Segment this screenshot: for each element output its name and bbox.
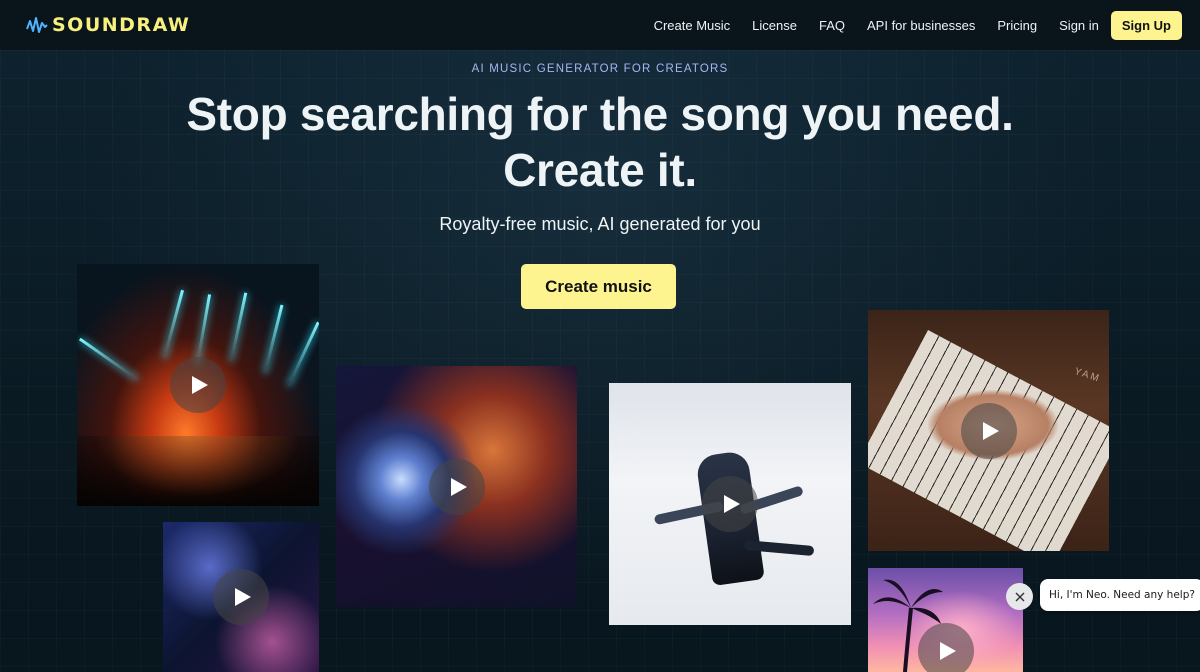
logo-text: SOUNDRAW (52, 14, 191, 36)
light-beam (195, 294, 212, 364)
video-tile-concert[interactable] (77, 264, 319, 506)
crowd-silhouette (77, 436, 319, 506)
play-icon[interactable] (917, 623, 974, 672)
nav-links: Create Music License FAQ API for busines… (632, 10, 1182, 40)
video-tile-dancer[interactable] (609, 383, 851, 625)
hero-headline-line-2: Create it. (503, 144, 697, 196)
nav-link-create-music[interactable]: Create Music (654, 18, 731, 33)
video-tile-piano[interactable]: YAM (868, 310, 1109, 551)
light-beam (263, 304, 284, 374)
light-beam (287, 321, 319, 387)
light-beam (229, 292, 248, 362)
hero-headline-line-1: Stop searching for the song you need. (186, 88, 1014, 140)
play-icon[interactable] (428, 458, 485, 515)
chat-close-button[interactable] (1006, 583, 1033, 610)
light-beam (162, 289, 185, 359)
nav-link-license[interactable]: License (752, 18, 797, 33)
play-icon[interactable] (213, 569, 269, 625)
nav-link-api[interactable]: API for businesses (867, 18, 975, 33)
create-music-button[interactable]: Create music (521, 264, 676, 309)
page: SOUNDRAW Create Music License FAQ API fo… (0, 0, 1200, 672)
hero-eyebrow: AI MUSIC GENERATOR FOR CREATORS (471, 63, 729, 75)
video-tile-palm[interactable] (868, 568, 1023, 672)
hero-headline: Stop searching for the song you need. Cr… (0, 86, 1200, 198)
video-tile-city[interactable] (163, 522, 319, 672)
play-icon[interactable] (170, 357, 226, 413)
top-nav: SOUNDRAW Create Music License FAQ API fo… (0, 0, 1200, 50)
close-icon (1015, 592, 1024, 601)
nav-link-sign-in[interactable]: Sign in (1059, 18, 1099, 33)
play-icon[interactable] (702, 476, 758, 532)
logo[interactable]: SOUNDRAW (26, 14, 190, 36)
play-icon[interactable] (960, 402, 1017, 459)
piano-brand-text: YAM (1073, 366, 1103, 385)
waveform-logo-icon (26, 17, 48, 33)
video-tile-disco[interactable] (336, 366, 577, 607)
chat-greeting-bubble[interactable]: Hi, I'm Neo. Need any help? (1040, 579, 1200, 611)
sign-up-button[interactable]: Sign Up (1110, 10, 1182, 40)
hero-subhead: Royalty-free music, AI generated for you (439, 214, 761, 234)
light-beam (78, 337, 139, 381)
nav-link-faq[interactable]: FAQ (819, 18, 845, 33)
nav-link-pricing[interactable]: Pricing (997, 18, 1037, 33)
